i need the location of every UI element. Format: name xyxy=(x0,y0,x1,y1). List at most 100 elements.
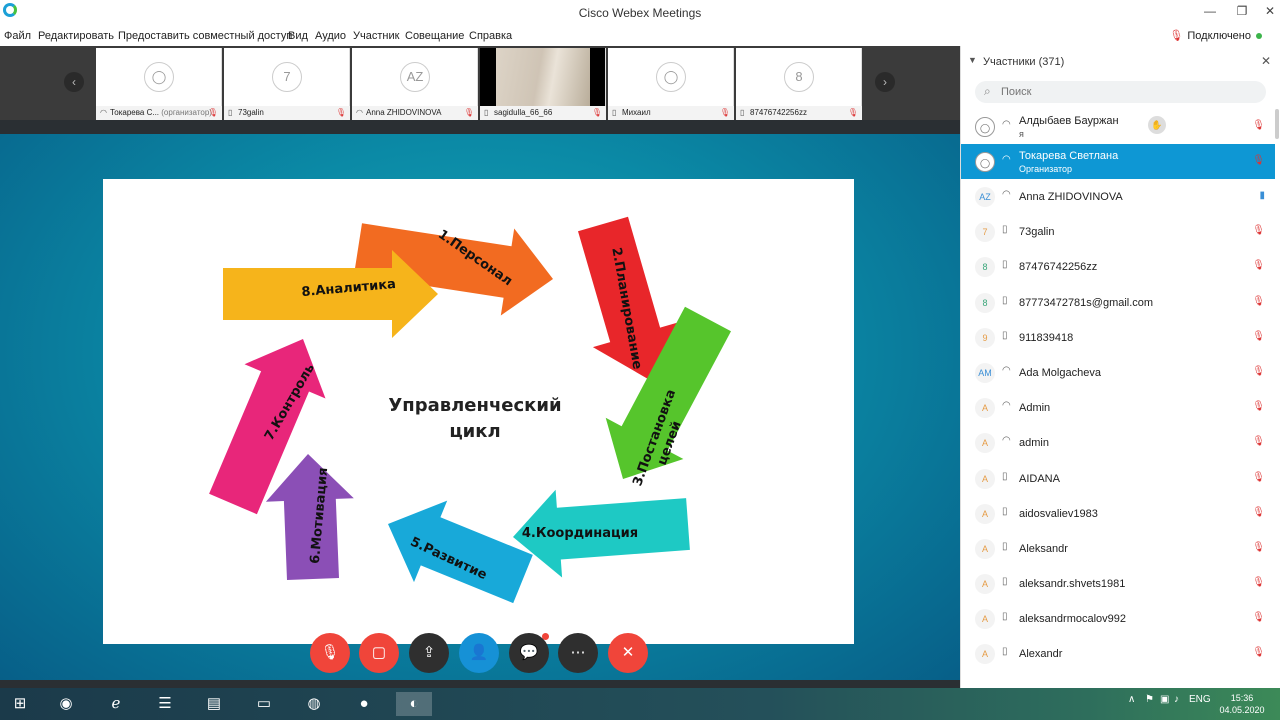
menu-edit[interactable]: Редактировать xyxy=(38,30,114,42)
participant-row[interactable]: A ▯ Aleksandr 🎙 xyxy=(961,531,1275,566)
leave-button[interactable]: ✕ xyxy=(608,633,648,673)
participant-initials-avatar: 8 xyxy=(975,292,995,313)
mic-muted-icon[interactable]: 🎙 xyxy=(1252,155,1265,166)
menu-participant[interactable]: Участник xyxy=(353,30,399,42)
system-clock[interactable]: 15:36 04.05.2020 xyxy=(1218,692,1266,716)
mic-muted-icon[interactable]: 🎙 xyxy=(1252,331,1265,342)
webex-taskbar-icon[interactable]: ◐ xyxy=(396,692,432,716)
explorer-taskbar-icon[interactable]: ▭ xyxy=(246,692,282,716)
participant-row[interactable]: 8 ▯ 87476742256zz 🎙 xyxy=(961,249,1275,284)
menu-share[interactable]: Предоставить совместный доступ xyxy=(118,30,292,42)
mic-muted-icon[interactable]: 🎙 xyxy=(1252,366,1265,377)
thumbnail-name: 73galin xyxy=(238,108,264,117)
thumbnail-name: 87476742256zz xyxy=(750,108,807,117)
tray-chevron-icon[interactable]: ∧ xyxy=(1128,694,1135,705)
close-button[interactable]: ✕ xyxy=(1260,4,1280,18)
participant-video-feed xyxy=(496,48,590,106)
participant-row[interactable]: A ◠ admin 🎙 xyxy=(961,425,1275,460)
mic-muted-icon: 🎙 xyxy=(719,108,730,117)
menu-meeting[interactable]: Совещание xyxy=(405,30,464,42)
participant-initials-avatar: AZ xyxy=(975,187,995,207)
participants-panel: ▼ Участники (371) ✕ ⌕ ◯ ◠ Алдыбаев Бауржан… xyxy=(960,46,1280,688)
tray-flag-icon[interactable]: ⚑ xyxy=(1145,694,1154,705)
participant-row[interactable]: AM ◠ Ada Molgacheva 🎙 xyxy=(961,355,1275,390)
tray-volume-icon[interactable]: ♪ xyxy=(1174,694,1179,705)
list-scrollbar[interactable] xyxy=(1275,109,1279,139)
participant-row[interactable]: ◯ ◠ Алдыбаев Бауржан я ✋ 🎙 xyxy=(961,109,1275,144)
raise-hand-icon[interactable]: ✋ xyxy=(1148,116,1166,134)
participants-icon: 👤 xyxy=(469,644,489,661)
participant-initials-avatar: A xyxy=(975,468,995,489)
participant-initials-avatar: AM xyxy=(975,362,995,383)
strip-prev-button[interactable]: ‹ xyxy=(64,72,84,92)
mic-muted-icon[interactable]: 🎙 xyxy=(1252,542,1265,553)
participant-row[interactable]: AZ ◠ Anna ZHIDOVINOVA ▮ xyxy=(961,179,1275,214)
mic-muted-icon[interactable]: 🎙 xyxy=(1252,472,1265,483)
clock-time: 15:36 xyxy=(1230,693,1254,703)
participant-row[interactable]: A ▯ aidosvaliev1983 🎙 xyxy=(961,496,1275,531)
chrome-taskbar-icon[interactable]: ◍ xyxy=(296,692,332,716)
mic-muted-icon[interactable]: 🎙 xyxy=(1252,647,1265,658)
mic-muted-icon[interactable]: 🎙 xyxy=(1252,401,1265,412)
start-taskbar-icon[interactable]: ⊞ xyxy=(2,692,38,716)
participant-row[interactable]: 7 ▯ 73galin 🎙 xyxy=(961,214,1275,249)
files-taskbar-icon[interactable]: ☰ xyxy=(147,692,183,716)
video-thumbnail[interactable]: ◯ ▯ Михаил 🎙 xyxy=(608,48,734,120)
menu-help[interactable]: Справка xyxy=(469,30,512,42)
share-button[interactable]: ⇪ xyxy=(409,633,449,673)
mic-muted-icon[interactable]: 🎙 xyxy=(1252,436,1265,447)
participant-row[interactable]: A ◠ Admin 🎙 xyxy=(961,390,1275,425)
chat-button[interactable]: 💬 xyxy=(509,633,549,673)
recorder-taskbar-icon[interactable]: ● xyxy=(346,692,382,716)
mic-muted-icon[interactable]: 🎙 xyxy=(1252,507,1265,518)
video-thumbnail[interactable]: 7 ▯ 73galin 🎙 xyxy=(224,48,350,120)
mic-active-icon[interactable]: ▮ xyxy=(1259,190,1265,201)
video-thumbnail[interactable]: AZ ◠ Anna ZHIDOVINOVA 🎙 xyxy=(352,48,478,120)
mic-muted-icon[interactable]: 🎙 xyxy=(1252,120,1265,131)
participant-row[interactable]: A ▯ aleksandr.shvets1981 🎙 xyxy=(961,566,1275,601)
participant-initials-avatar: A xyxy=(975,644,995,665)
video-thumbnail[interactable]: 8 ▯ 87476742256zz 🎙 xyxy=(736,48,862,120)
more-button[interactable]: ⋯ xyxy=(558,633,598,673)
participant-row[interactable]: A ▯ AIDANA 🎙 xyxy=(961,461,1275,496)
mic-muted-icon[interactable]: 🎙 xyxy=(1252,612,1265,623)
participant-initials-avatar: 7 xyxy=(272,62,302,92)
search-input[interactable] xyxy=(1001,84,1251,100)
participant-name: Ada Molgacheva xyxy=(1019,366,1101,379)
collapse-chevron-icon[interactable]: ▼ xyxy=(968,55,977,65)
tray-language[interactable]: ENG xyxy=(1189,694,1211,705)
tray-network-icon[interactable]: ▣ xyxy=(1160,694,1169,705)
mute-button[interactable]: 🎙 xyxy=(310,633,350,673)
participant-row[interactable]: A ▯ Alexandr 🎙 xyxy=(961,636,1275,671)
participant-row[interactable]: ◯ ◠ Токарева Светлана Организатор 🎙 xyxy=(961,144,1275,179)
participant-initials-avatar: A xyxy=(975,609,995,630)
menu-audio[interactable]: Аудио xyxy=(315,30,346,42)
participant-row[interactable]: 9 ▯ 911839418 🎙 xyxy=(961,320,1275,355)
mic-muted-icon[interactable]: 🎙 xyxy=(1252,225,1265,236)
firefox-taskbar-icon[interactable]: ◉ xyxy=(48,692,84,716)
minimize-button[interactable]: — xyxy=(1200,4,1220,18)
participant-row[interactable]: 8 ▯ 87773472781s@gmail.com 🎙 xyxy=(961,285,1275,320)
participant-row[interactable]: A ▯ aleksandrmocalov992 🎙 xyxy=(961,601,1275,636)
arrow-shape xyxy=(388,500,533,604)
menu-file[interactable]: Файл xyxy=(4,30,31,42)
ie-taskbar-icon[interactable]: ℯ xyxy=(98,692,134,716)
thumbnail-role: (организатор) xyxy=(161,108,212,117)
phone-icon: ▯ xyxy=(1002,646,1008,658)
video-thumbnail[interactable]: ▯ sagidulla_66_66 🎙 xyxy=(480,48,606,120)
participants-header: ▼ Участники (371) ✕ xyxy=(961,46,1280,78)
participant-role: Организатор xyxy=(1019,164,1073,174)
winrar-taskbar-icon[interactable]: ▤ xyxy=(196,692,232,716)
participants-button[interactable]: 👤 xyxy=(459,633,499,673)
mic-muted-icon[interactable]: 🎙 xyxy=(1252,260,1265,271)
menu-view[interactable]: Вид xyxy=(288,30,308,42)
thumbnail-caption: ▯ 87476742256zz 🎙 xyxy=(736,106,862,120)
mic-muted-icon[interactable]: 🎙 xyxy=(1252,577,1265,588)
video-button[interactable]: ▢ xyxy=(359,633,399,673)
maximize-button[interactable]: ❐ xyxy=(1232,4,1252,18)
phone-icon: ▯ xyxy=(1002,505,1008,517)
strip-next-button[interactable]: › xyxy=(875,72,895,92)
mic-muted-icon[interactable]: 🎙 xyxy=(1252,296,1265,307)
video-thumbnail[interactable]: ◯ ◠ Токарева С... (организатор) 🎙 xyxy=(96,48,222,120)
close-panel-button[interactable]: ✕ xyxy=(1261,54,1271,68)
